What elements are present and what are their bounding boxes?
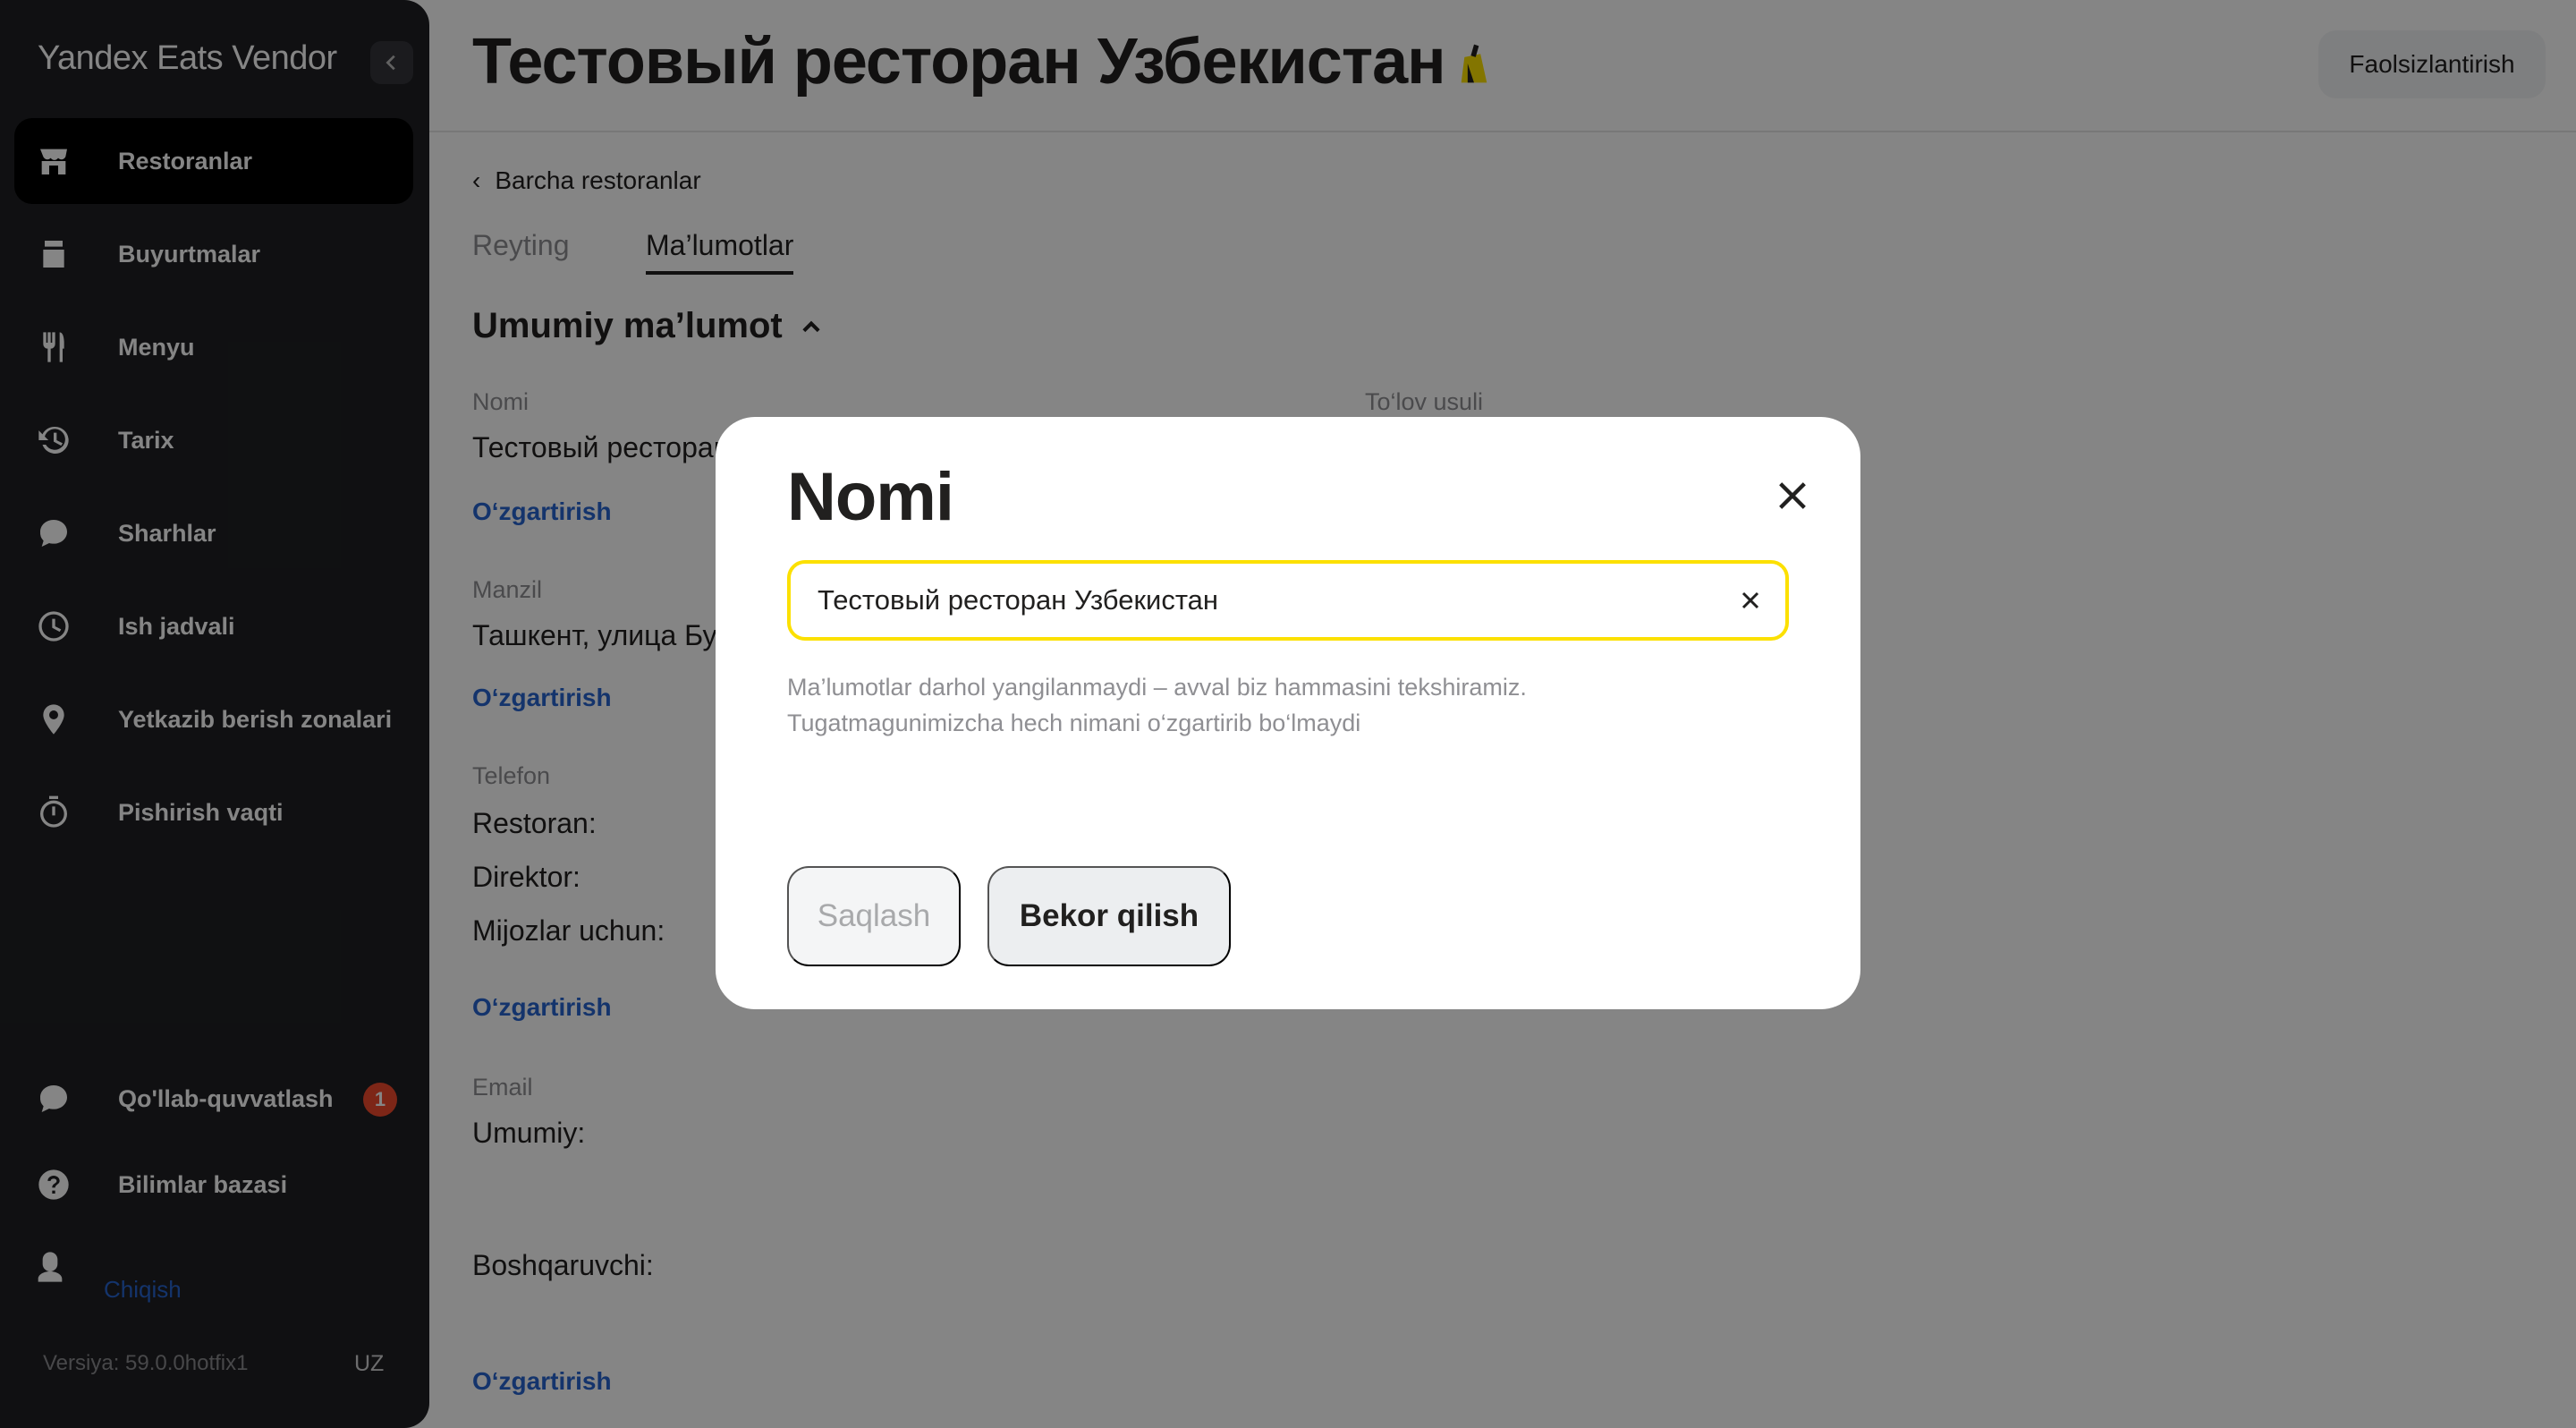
hint-line: Ma’lumotlar darhol yangilanmaydi – avval…: [787, 674, 1527, 701]
edit-name-dialog: Nomi Ma’lumotlar darhol yangilanmaydi – …: [716, 417, 1860, 1009]
cancel-button[interactable]: Bekor qilish: [987, 866, 1231, 966]
name-input[interactable]: [818, 564, 1712, 637]
close-icon: [1741, 591, 1759, 609]
save-button[interactable]: Saqlash: [787, 866, 961, 966]
close-icon: [1779, 482, 1806, 509]
dialog-hint: Ma’lumotlar darhol yangilanmaydi – avval…: [787, 669, 1771, 741]
close-dialog-button[interactable]: [1767, 471, 1818, 521]
name-input-wrapper: [787, 560, 1789, 641]
hint-line: Tugatmagunimizcha hech nimani o‘zgartiri…: [787, 710, 1361, 736]
dialog-title: Nomi: [787, 459, 954, 535]
clear-input-button[interactable]: [1735, 585, 1766, 616]
